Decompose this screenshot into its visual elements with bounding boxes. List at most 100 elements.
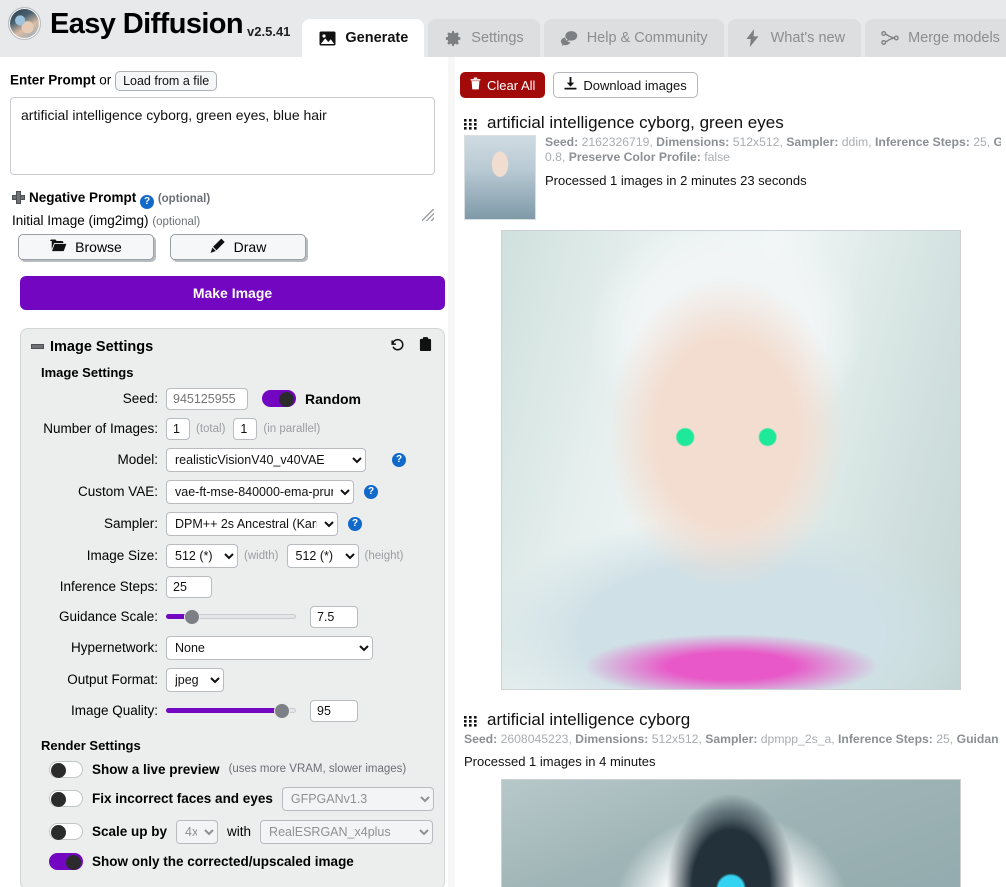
slider-thumb[interactable] — [274, 702, 291, 719]
image-icon — [318, 29, 336, 47]
scale-up-with-label: with — [227, 824, 252, 839]
result-meta-column: Seed: 2162326719, Dimensions: 512x512, S… — [545, 135, 1001, 220]
image-settings-body: Image Settings Seed: Random Number of Im… — [21, 365, 444, 887]
guidance-scale-input[interactable] — [310, 605, 358, 628]
result-processed-text: Processed 1 images in 2 minutes 23 secon… — [545, 172, 807, 188]
image-height-select[interactable]: 512 (*) — [286, 543, 359, 568]
tab-merge-models[interactable]: Merge models — [865, 19, 1006, 57]
scale-up-factor-select[interactable]: 4x — [176, 819, 219, 844]
image-quality-label: Image Quality: — [70, 703, 158, 718]
grip-dots-icon[interactable] — [464, 714, 477, 727]
meta-key: Seed: — [464, 732, 498, 746]
sampler-row: Sampler: DPM++ 2s Ancestral (Karras) ? — [31, 511, 434, 536]
left-settings-panel: Enter Prompt or Load from a file artific… — [0, 57, 448, 887]
negative-prompt-toggle-row[interactable]: Negative Prompt ? (optional) — [12, 190, 438, 209]
tab-generate[interactable]: Generate — [302, 19, 425, 57]
generated-image[interactable] — [500, 779, 961, 887]
result-thumbnail[interactable] — [464, 135, 536, 220]
inference-steps-input[interactable] — [166, 575, 212, 598]
hypernetwork-label: Hypernetwork: — [70, 640, 158, 655]
prompt-input[interactable]: artificial intelligence cyborg, green ey… — [10, 97, 435, 175]
fix-faces-toggle[interactable] — [49, 790, 83, 807]
generated-image[interactable] — [500, 230, 961, 690]
tab-settings[interactable]: Settings — [428, 19, 540, 57]
image-quality-row: Image Quality: — [31, 699, 434, 722]
prompt-label: Enter Prompt — [10, 72, 96, 88]
image-quality-input[interactable] — [310, 699, 358, 722]
number-of-images-row: Number of Images: (total) (in parallel) — [31, 417, 434, 440]
undo-icon[interactable] — [390, 337, 405, 357]
image-quality-slider[interactable] — [166, 702, 296, 719]
tab-help-community[interactable]: Help & Community — [543, 19, 724, 57]
image-settings-section-title: Image Settings — [41, 364, 134, 380]
scale-up-row: Scale up by 4x with RealESRGAN_x4plus — [49, 819, 434, 844]
merge-icon — [881, 29, 899, 47]
help-icon[interactable]: ? — [364, 484, 378, 499]
model-select[interactable]: realisticVisionV40_v40VAE — [166, 447, 366, 472]
app-title-wrap: Easy Diffusion v2.5.41 — [50, 10, 291, 40]
seed-row: Seed: Random — [31, 387, 434, 410]
inference-steps-row: Inference Steps: — [31, 575, 434, 598]
model-row: Model: realisticVisionV40_v40VAE ? — [31, 447, 434, 472]
tab-whats-new[interactable]: What's new — [727, 19, 862, 57]
image-settings-header[interactable]: Image Settings — [21, 329, 444, 363]
fix-faces-label: Fix incorrect faces and eyes — [92, 791, 273, 806]
result-meta-line-2: 0.8, Preserve Color Profile: false — [545, 150, 1001, 165]
clipboard-icon[interactable] — [419, 336, 432, 357]
help-icon[interactable]: ? — [392, 452, 406, 467]
random-seed-toggle[interactable] — [262, 390, 296, 407]
seed-input[interactable] — [166, 387, 248, 410]
download-images-button[interactable]: Download images — [553, 72, 698, 98]
slider-thumb[interactable] — [184, 608, 201, 625]
custom-vae-select[interactable]: vae-ft-mse-840000-ema-pruned — [166, 479, 354, 504]
num-images-total-input[interactable] — [166, 417, 190, 440]
toggle-knob — [51, 762, 66, 778]
toggle-knob — [66, 854, 81, 870]
model-label: Model: — [117, 452, 158, 467]
result-processed-text: Processed 1 images in 4 minutes — [464, 754, 656, 770]
output-format-label: Output Format: — [67, 672, 158, 687]
result-meta-line-1: Seed: 2162326719, Dimensions: 512x512, S… — [545, 135, 1001, 150]
initial-image-label: Initial Image (img2img) — [12, 212, 149, 228]
initial-image-buttons: Browse Draw — [18, 233, 438, 260]
sampler-label: Sampler: — [103, 516, 158, 531]
folder-icon — [50, 239, 67, 255]
result-title: artificial intelligence cyborg — [487, 710, 691, 729]
panel-actions — [390, 336, 432, 357]
clear-all-button[interactable]: Clear All — [460, 72, 546, 98]
result-meta: Seed: 2608045223, Dimensions: 512x512, S… — [460, 732, 1001, 769]
image-width-select[interactable]: 512 (*) — [166, 543, 238, 568]
meta-val: dpmpp_2s_a, — [760, 732, 835, 746]
guidance-scale-slider[interactable] — [166, 608, 296, 625]
app-version: v2.5.41 — [247, 24, 291, 39]
custom-vae-label: Custom VAE: — [77, 484, 158, 499]
browse-button[interactable]: Browse — [18, 233, 154, 260]
image-height-hint: (height) — [364, 549, 404, 562]
load-from-file-button[interactable]: Load from a file — [115, 71, 218, 91]
draw-label: Draw — [233, 238, 267, 255]
scale-up-model-select[interactable]: RealESRGAN_x4plus — [260, 819, 434, 844]
clear-all-label: Clear All — [487, 77, 536, 93]
hypernetwork-select[interactable]: None — [166, 635, 373, 660]
output-format-select[interactable]: jpeg — [166, 667, 224, 692]
trash-icon — [470, 77, 481, 93]
image-settings-title-wrap: Image Settings — [31, 338, 153, 356]
live-preview-toggle[interactable] — [49, 760, 83, 778]
meta-val: 512x512, — [732, 135, 783, 149]
image-settings-panel: Image Settings Image Settings Seed: Rand… — [20, 327, 445, 887]
panel-title: Image Settings — [50, 338, 154, 355]
scale-up-toggle[interactable] — [49, 823, 83, 840]
result-title: artificial intelligence cyborg, green ey… — [487, 113, 784, 132]
sampler-select[interactable]: DPM++ 2s Ancestral (Karras) — [166, 511, 338, 536]
make-image-button[interactable]: Make Image — [20, 275, 445, 310]
help-icon[interactable]: ? — [140, 194, 155, 209]
show-only-corrected-toggle[interactable] — [49, 852, 83, 870]
draw-button[interactable]: Draw — [170, 233, 306, 260]
fix-faces-model-select[interactable]: GFPGANv1.3 — [281, 786, 434, 811]
num-images-parallel-input[interactable] — [233, 417, 258, 440]
help-icon[interactable]: ? — [348, 516, 362, 531]
show-only-corrected-row: Show only the corrected/upscaled image — [49, 852, 434, 870]
grip-dots-icon[interactable] — [464, 117, 477, 130]
result-header: artificial intelligence cyborg — [460, 706, 1001, 732]
negative-prompt-label: Negative Prompt — [29, 190, 137, 205]
